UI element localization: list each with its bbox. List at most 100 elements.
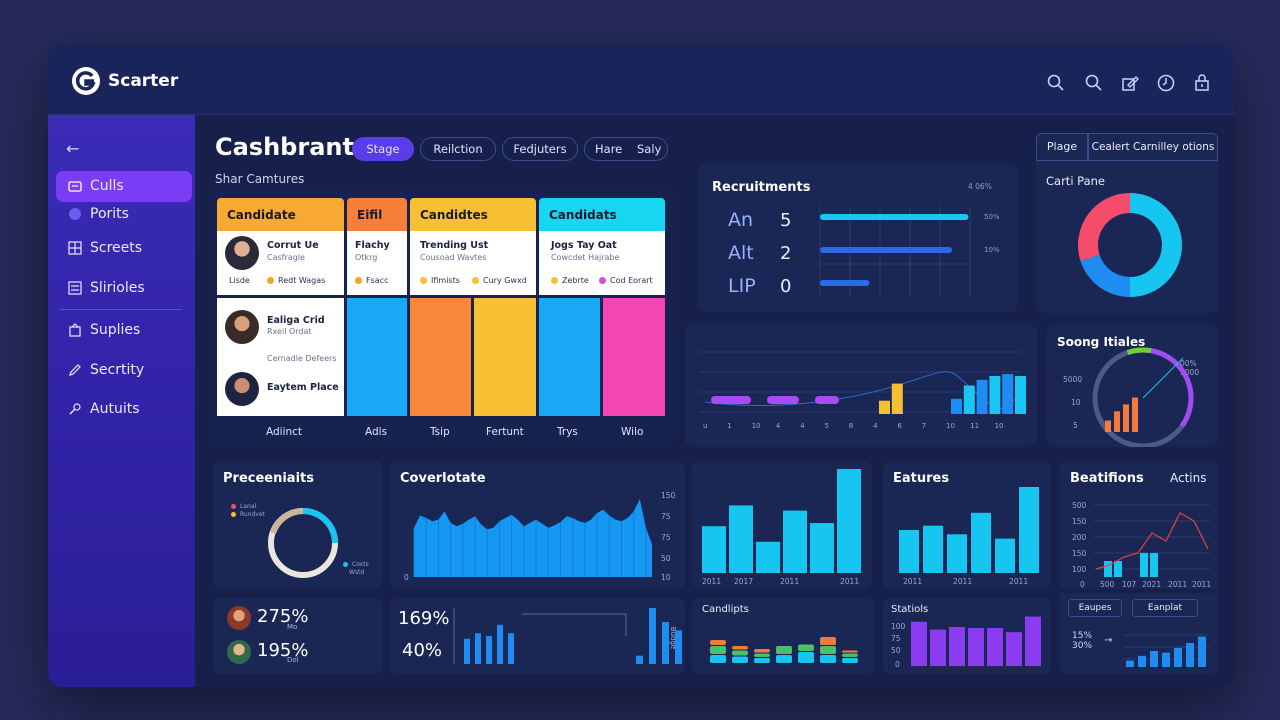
candidate-card[interactable]: Trending Ust Cousoad Wavtes Ifimists Cur… xyxy=(410,231,536,295)
mini-bar xyxy=(1126,660,1134,667)
stat-bar xyxy=(464,638,470,664)
edit-icon[interactable] xyxy=(1120,73,1140,93)
column-bar xyxy=(539,298,600,416)
stacked-segment xyxy=(710,655,726,663)
column-header-candidate[interactable]: Candidate xyxy=(217,198,344,231)
x-axis-label: 11 xyxy=(970,422,979,430)
card-name: Jogs Tay Oat xyxy=(551,240,617,251)
stat-suffix: Dol xyxy=(287,656,299,664)
year-bar xyxy=(729,505,753,573)
timeline-segment xyxy=(815,396,839,404)
stat-suffix: Mo xyxy=(287,623,298,631)
wrench-icon xyxy=(69,403,81,415)
mini-bar xyxy=(1198,636,1206,667)
mid-stats-panel: 169% 40% Budge xyxy=(390,598,685,674)
stacked-segment xyxy=(842,650,858,653)
years-bar-chart xyxy=(702,469,861,573)
page-title: Cashbrant xyxy=(215,133,354,161)
year-bar xyxy=(810,523,834,573)
mini-chart-panel: Eaupes Eanplat 15% 30% → xyxy=(1060,593,1218,674)
tab-stage[interactable]: Stage xyxy=(352,137,414,161)
stat-bar xyxy=(649,608,656,664)
stacked-segment xyxy=(710,646,726,654)
sidebar-item-screets[interactable]: Screets xyxy=(56,233,192,264)
sourcing-bar xyxy=(1123,404,1129,432)
candidate-card[interactable]: Jogs Tay Oat Cowcdet Hajrabe Zebrte Cod … xyxy=(539,231,665,295)
sidebar-item-secrtity[interactable]: Secrtity xyxy=(56,355,192,386)
statins-bar xyxy=(911,621,927,666)
sidebar-item-suplies[interactable]: Suplies xyxy=(56,315,192,346)
coverage-panel: Coverlotate 150 75 75 50 10 0 xyxy=(390,461,685,589)
card-subtitle: Otkrg xyxy=(355,253,378,262)
status-dot xyxy=(355,277,362,284)
card-tag-label: Fsacc xyxy=(366,276,389,285)
card-subtitle: Rxeil Ordat xyxy=(267,327,312,336)
tab-fedjuters[interactable]: Fedjuters xyxy=(502,137,578,161)
gauge-fill xyxy=(1142,347,1194,428)
candidate-card[interactable]: Corrut Ue Casfragle Lisde Redt Wagas xyxy=(217,231,344,295)
column-header-candidats[interactable]: Candidats xyxy=(539,198,665,231)
x-axis-label: 10 xyxy=(752,422,761,430)
column-bar xyxy=(603,298,665,416)
sidebar-item-label: Autuits xyxy=(90,401,140,417)
percentiles-ring xyxy=(268,508,338,578)
sourcing-bar xyxy=(1105,420,1111,432)
status-dot xyxy=(551,277,558,284)
tab-reilction[interactable]: Reilction xyxy=(420,137,496,161)
legend-item: Lanal xyxy=(231,503,256,510)
column-header-candidtes[interactable]: Candidtes xyxy=(410,198,536,231)
lock-icon[interactable] xyxy=(1192,73,1212,93)
candidates-stacked-panel: Candlipts xyxy=(692,598,874,674)
candidate-card[interactable]: Ealiga Crid Rxeil Ordat Cernadle Defeers… xyxy=(217,298,344,416)
avatar-stats-panel: 275% Mo 195% Dol xyxy=(213,598,383,674)
tab-saly-label[interactable]: Saly xyxy=(637,138,661,160)
sidebar-item-autuits[interactable]: Autuits xyxy=(56,394,192,425)
timeline-panel: u 1 10 4 4 5 8 4 6 7 10 11 10 xyxy=(685,324,1037,447)
stacked-segment xyxy=(820,637,836,645)
timeline-segment xyxy=(711,396,751,404)
sidebar-item-culls[interactable]: Culls xyxy=(56,171,192,202)
tab-hare[interactable]: Hare Saly xyxy=(584,137,668,161)
features-panel: Eatures 2011 2011 2011 xyxy=(883,461,1051,589)
legend-label: Lanal xyxy=(240,503,257,510)
clock-icon[interactable] xyxy=(1156,73,1176,93)
card-subtitle: Casfragle xyxy=(267,253,305,262)
statins-bar xyxy=(930,629,946,666)
search-icon[interactable] xyxy=(1046,73,1066,93)
sourcing-panel: Soong Itiales 5000 10 5 00% 5000 xyxy=(1047,324,1218,447)
x-axis-label: 7 xyxy=(922,422,926,430)
column-header-eifil[interactable]: Eifil xyxy=(347,198,407,231)
folder-icon xyxy=(68,181,82,192)
recruitment-bar xyxy=(820,247,952,253)
sidebar-item-slirioles[interactable]: Slirioles xyxy=(56,273,192,304)
legend-swatch xyxy=(231,512,236,517)
recruitment-label: LIP xyxy=(728,275,756,297)
statins-bar xyxy=(968,628,984,666)
circle-icon xyxy=(69,208,81,220)
search-icon-2[interactable] xyxy=(1084,73,1104,93)
timeline-bar xyxy=(1015,376,1026,414)
candidate-card[interactable]: Flachy Otkrg Fsacc xyxy=(347,231,407,295)
position-bar xyxy=(1140,553,1148,577)
percentiles-title: Preceeniaits xyxy=(223,471,314,486)
sidebar: ← Culls Porits Screets Slirioles Suplies… xyxy=(48,115,195,687)
statins-bar-chart xyxy=(911,616,1041,666)
card-tag-label: Cury Gwxd xyxy=(483,276,527,285)
feature-bar xyxy=(971,512,991,573)
timeline-chart: u 1 10 4 4 5 8 4 6 7 10 11 10 xyxy=(699,351,1026,430)
mini-bar xyxy=(1138,655,1146,667)
sidebar-item-porits[interactable]: Porits xyxy=(56,199,192,230)
status-donut-chart xyxy=(1078,193,1182,297)
position-bar xyxy=(1114,561,1122,577)
column-footer: Adiinct xyxy=(266,426,303,438)
brand-logo-icon[interactable] xyxy=(70,65,102,97)
card-tag: Cod Eorart xyxy=(599,276,653,285)
year-bar xyxy=(756,541,780,573)
year-bar xyxy=(702,526,726,573)
mid-stats-bars xyxy=(453,608,682,664)
timeline-bar xyxy=(976,379,988,414)
back-arrow-icon[interactable]: ← xyxy=(66,139,79,158)
list-icon xyxy=(68,281,82,295)
stat-bar xyxy=(486,636,492,664)
stacked-segment xyxy=(798,644,814,651)
